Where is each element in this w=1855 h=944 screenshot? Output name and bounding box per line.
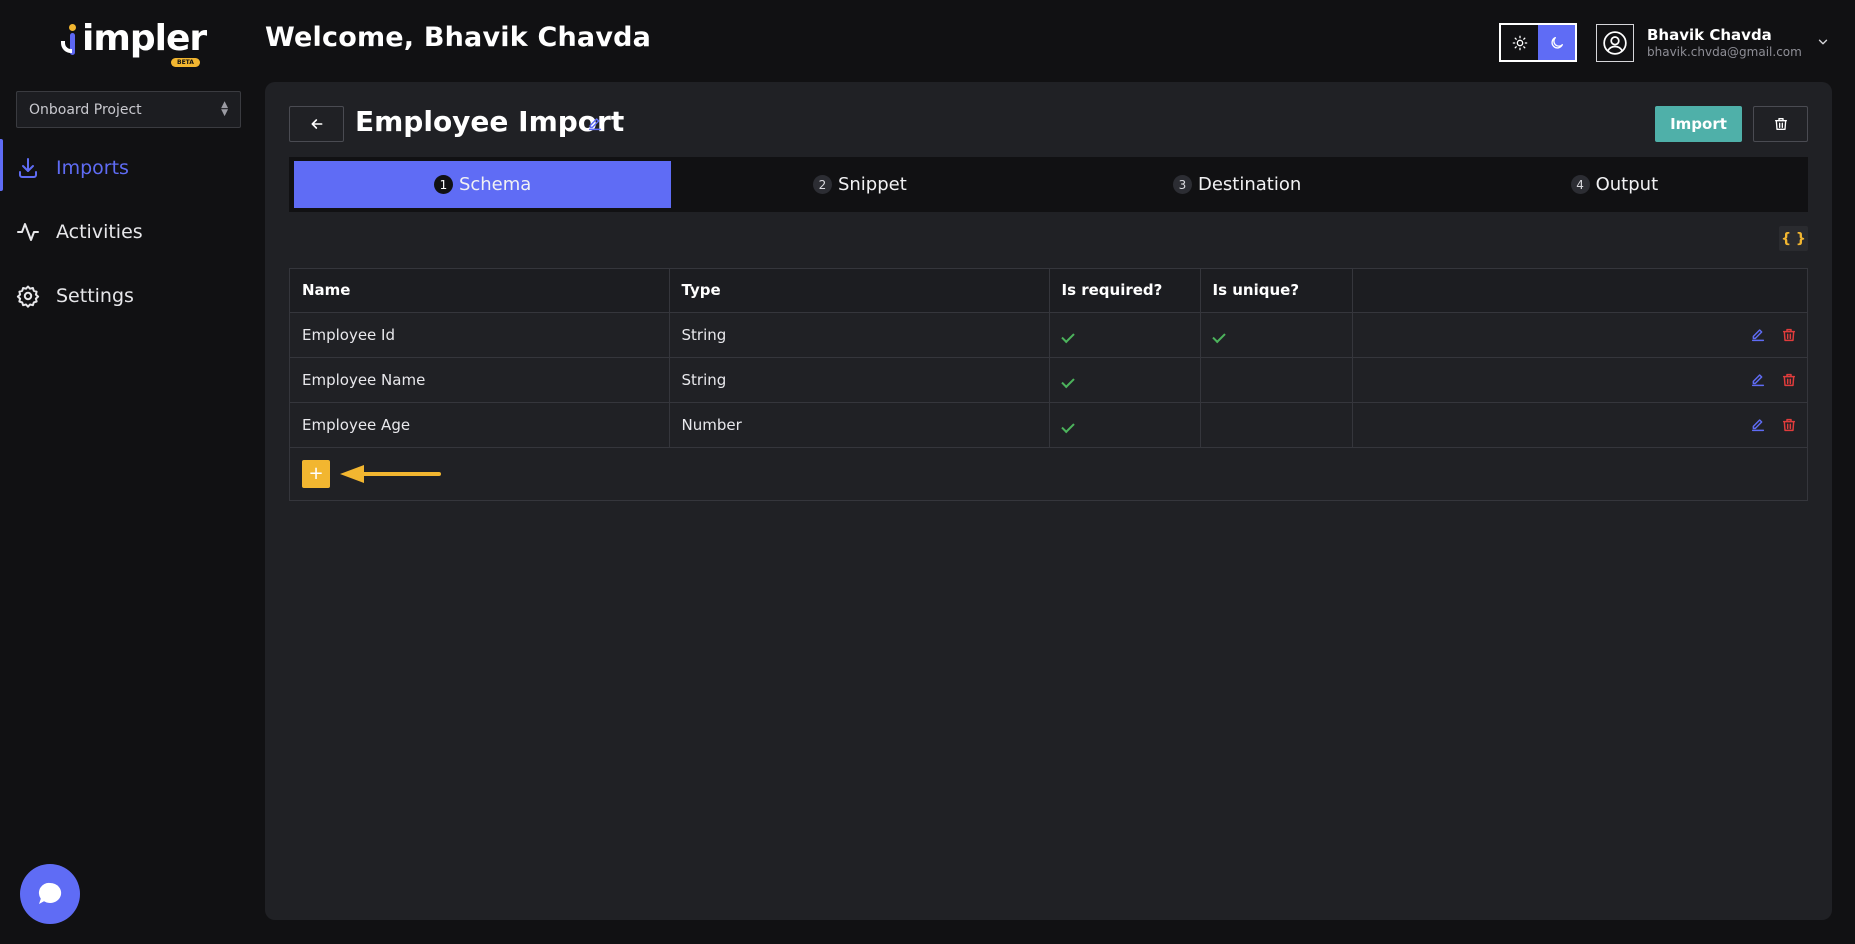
download-icon bbox=[19, 158, 37, 178]
sidebar-item-label: Settings bbox=[56, 285, 134, 307]
step-label: Snippet bbox=[837, 174, 907, 195]
step-number: 4 bbox=[1570, 175, 1590, 194]
cell-type: Number bbox=[669, 402, 1050, 448]
cell-unique bbox=[1200, 357, 1353, 403]
step-number: 3 bbox=[1172, 175, 1192, 194]
sidebar: impler BETA Onboard Project ▲ ▼ Imports A… bbox=[0, 0, 265, 944]
delete-import-button[interactable] bbox=[1753, 106, 1808, 142]
step-schema[interactable]: 1 Schema bbox=[294, 161, 672, 208]
beta-badge: BETA bbox=[171, 58, 200, 67]
gear-icon bbox=[16, 285, 40, 308]
cell-required bbox=[1049, 402, 1201, 448]
sidebar-item-imports[interactable]: Imports bbox=[0, 136, 265, 200]
add-column-row: + bbox=[290, 448, 1807, 500]
main-panel: Employee Import Import 1 Schema 2 Snippe… bbox=[265, 82, 1832, 920]
column-header-actions bbox=[1352, 269, 1807, 313]
moon-icon bbox=[1550, 36, 1563, 49]
step-label: Destination bbox=[1197, 174, 1302, 195]
sidebar-item-label: Activities bbox=[56, 221, 143, 243]
cell-name: Employee Id bbox=[290, 312, 670, 358]
table-header-row: Name Type Is required? Is unique? bbox=[290, 269, 1807, 313]
cell-unique bbox=[1200, 312, 1353, 358]
table-row: Employee Id String bbox=[290, 312, 1807, 358]
check-icon bbox=[1060, 419, 1075, 433]
chat-launcher-button[interactable] bbox=[20, 864, 80, 924]
step-destination[interactable]: 3 Destination bbox=[1049, 161, 1426, 208]
sun-icon bbox=[1512, 35, 1527, 50]
sidebar-item-settings[interactable]: Settings bbox=[0, 264, 265, 328]
table-row: Employee Name String bbox=[290, 357, 1807, 403]
schema-table: Name Type Is required? Is unique? Employ… bbox=[289, 268, 1808, 501]
chat-icon bbox=[38, 882, 62, 904]
step-label: Output bbox=[1595, 174, 1659, 195]
sidebar-item-label: Imports bbox=[56, 157, 129, 179]
edit-icon[interactable] bbox=[1750, 327, 1766, 343]
dark-theme-button[interactable] bbox=[1538, 25, 1575, 60]
edit-icon[interactable] bbox=[1750, 417, 1766, 433]
column-header-unique: Is unique? bbox=[1200, 269, 1353, 313]
user-menu[interactable]: Bhavik Chavda bhavik.chvda@gmail.com bbox=[1596, 24, 1802, 62]
logo-icon bbox=[60, 22, 82, 58]
cell-name: Employee Name bbox=[290, 357, 670, 403]
cell-name: Employee Age bbox=[290, 402, 670, 448]
trash-icon[interactable] bbox=[1781, 327, 1797, 343]
check-icon bbox=[1060, 374, 1075, 388]
logo-text: impler bbox=[82, 18, 207, 59]
arrow-left-icon bbox=[311, 119, 322, 129]
back-button[interactable] bbox=[289, 106, 344, 142]
cell-type: String bbox=[669, 357, 1050, 403]
cell-required bbox=[1049, 357, 1201, 403]
column-header-type: Type bbox=[669, 269, 1050, 313]
step-output[interactable]: 4 Output bbox=[1426, 161, 1803, 208]
import-button[interactable]: Import bbox=[1655, 106, 1742, 142]
page-title: Employee Import bbox=[355, 105, 625, 138]
chevron-down-icon[interactable] bbox=[1816, 35, 1830, 49]
trash-icon[interactable] bbox=[1781, 417, 1797, 433]
json-editor-button[interactable]: { } bbox=[1779, 226, 1808, 251]
trash-icon[interactable] bbox=[1781, 372, 1797, 388]
step-label: Schema bbox=[458, 174, 532, 195]
project-select-value: Onboard Project bbox=[29, 101, 142, 118]
check-icon bbox=[1211, 329, 1226, 343]
import-stepper: 1 Schema 2 Snippet 3 Destination 4 Outpu… bbox=[289, 157, 1808, 212]
arrow-left-annotation-icon bbox=[340, 464, 441, 483]
user-name: Bhavik Chavda bbox=[1647, 26, 1772, 44]
step-number: 2 bbox=[812, 175, 832, 194]
cell-actions bbox=[1352, 312, 1807, 358]
table-row: Employee Age Number bbox=[290, 402, 1807, 448]
light-theme-button[interactable] bbox=[1501, 25, 1538, 60]
edit-icon[interactable] bbox=[1750, 372, 1766, 388]
avatar bbox=[1596, 24, 1634, 62]
step-number: 1 bbox=[433, 175, 453, 194]
theme-toggle[interactable] bbox=[1499, 23, 1577, 62]
cell-type: String bbox=[669, 312, 1050, 358]
user-icon bbox=[1603, 31, 1627, 55]
column-header-required: Is required? bbox=[1049, 269, 1201, 313]
activity-icon bbox=[17, 223, 39, 241]
sidebar-nav: Imports Activities Settings bbox=[0, 136, 265, 328]
check-icon bbox=[1060, 329, 1075, 343]
sidebar-item-activities[interactable]: Activities bbox=[0, 200, 265, 264]
column-header-name: Name bbox=[290, 269, 670, 313]
cell-actions bbox=[1352, 357, 1807, 403]
project-select[interactable]: Onboard Project ▲ ▼ bbox=[16, 91, 241, 128]
add-column-button[interactable]: + bbox=[302, 459, 330, 488]
user-email: bhavik.chvda@gmail.com bbox=[1647, 45, 1802, 59]
cell-actions bbox=[1352, 402, 1807, 448]
cell-unique bbox=[1200, 402, 1353, 448]
updown-chevron-icon: ▲ ▼ bbox=[221, 100, 228, 118]
edit-title-icon[interactable] bbox=[587, 116, 603, 132]
cell-required bbox=[1049, 312, 1201, 358]
trash-icon bbox=[1774, 118, 1787, 130]
step-snippet[interactable]: 2 Snippet bbox=[671, 161, 1048, 208]
welcome-heading: Welcome, Bhavik Chavda bbox=[265, 22, 652, 53]
